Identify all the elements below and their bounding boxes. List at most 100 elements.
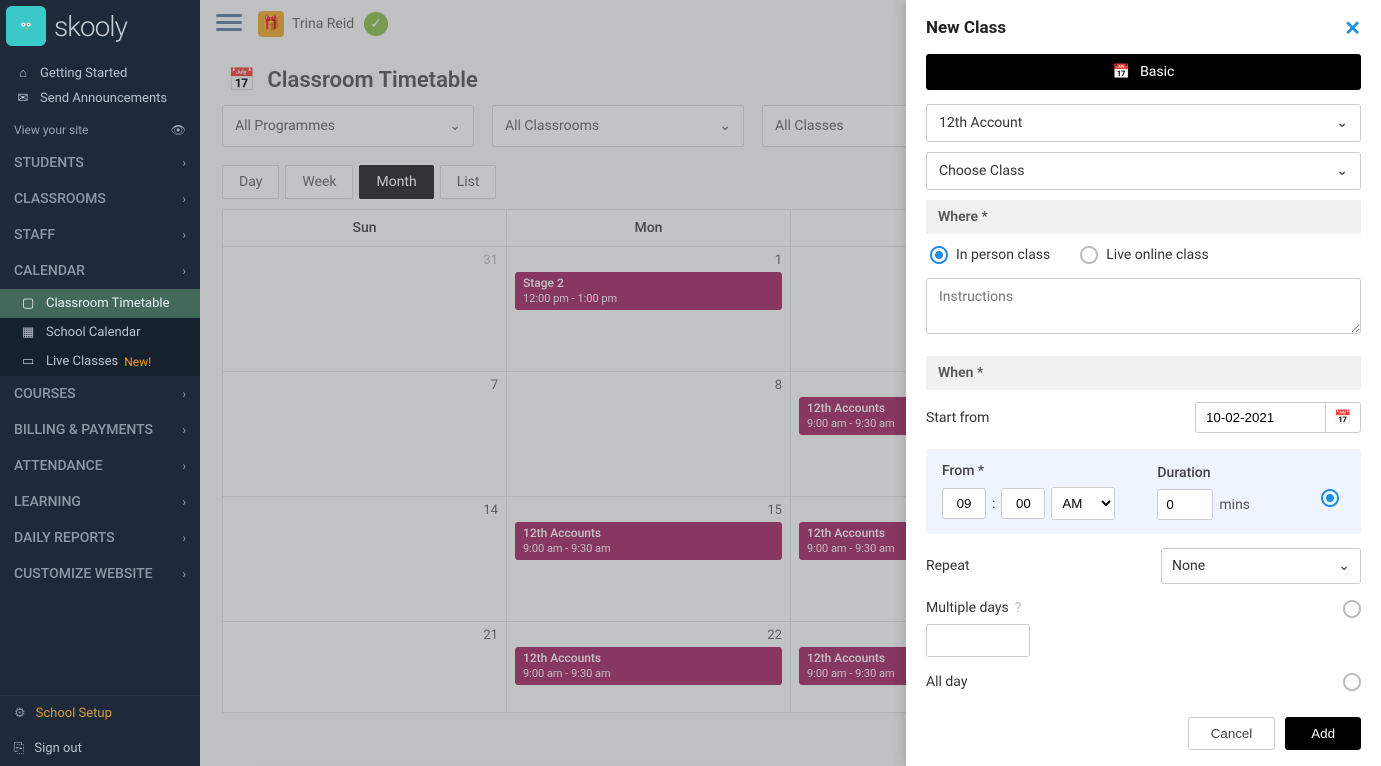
cal-cell[interactable]: 1Stage 212:00 pm - 1:00 pm	[507, 247, 791, 371]
nav-send-announcements[interactable]: ✉ Send Announcements	[0, 86, 200, 111]
video-icon: ▭	[22, 354, 38, 369]
user-chip[interactable]: 🎁 Trina Reid ✓	[258, 11, 388, 37]
start-from-label: Start from	[926, 410, 989, 426]
radio-icon[interactable]	[1080, 246, 1098, 264]
calendar-icon: 📅	[1113, 64, 1130, 80]
view-month[interactable]: Month	[359, 165, 433, 199]
view-day[interactable]: Day	[222, 165, 279, 199]
cal-date: 21	[231, 628, 498, 643]
add-button[interactable]: Add	[1285, 717, 1361, 750]
home-icon: ⌂	[14, 65, 32, 81]
megaphone-icon: ✉	[14, 91, 32, 106]
new-badge: New!	[124, 355, 151, 369]
nav-classroom-timetable[interactable]: ▢ Classroom Timetable	[0, 289, 200, 318]
chevron-right-icon: ›	[182, 387, 186, 401]
cal-cell[interactable]: 7	[223, 372, 507, 496]
date-picker-button[interactable]: 📅	[1325, 402, 1361, 433]
eye-icon: 👁	[171, 123, 186, 137]
nav-group-students[interactable]: STUDENTS›	[0, 145, 200, 181]
multiday-label: Multiple days	[926, 600, 1009, 616]
from-hour-input[interactable]	[942, 488, 986, 519]
nav-school-setup[interactable]: ⚙ School Setup	[0, 695, 200, 731]
from-radio-selected[interactable]	[1321, 489, 1339, 507]
multiday-radio[interactable]	[1343, 600, 1361, 618]
programme-select[interactable]: 12th Account ⌄	[926, 104, 1361, 142]
instructions-input[interactable]	[926, 278, 1361, 334]
nav-label: Send Announcements	[40, 91, 167, 106]
cal-cell[interactable]: 31	[223, 247, 507, 371]
duration-input[interactable]	[1157, 489, 1213, 520]
filter-classrooms[interactable]: All Classrooms⌄	[492, 105, 744, 147]
multiday-input[interactable]	[926, 624, 1030, 657]
close-icon[interactable]: ✕	[1344, 16, 1361, 40]
calendar-event[interactable]: 12th Accounts9:00 am - 9:30 am	[515, 647, 782, 685]
nav-group-daily-reports[interactable]: DAILY REPORTS›	[0, 520, 200, 556]
view-site-link[interactable]: View your site 👁	[0, 115, 200, 145]
nav-getting-started[interactable]: ⌂ Getting Started	[0, 60, 200, 86]
nav-group-attendance[interactable]: ATTENDANCE›	[0, 448, 200, 484]
nav-signout[interactable]: ⎘ Sign out	[0, 731, 200, 766]
repeat-label: Repeat	[926, 558, 970, 574]
cal-cell[interactable]: 1512th Accounts9:00 am - 9:30 am	[507, 497, 791, 621]
gift-icon: 🎁	[258, 11, 284, 37]
cal-cell[interactable]: 2212th Accounts9:00 am - 9:30 am	[507, 622, 791, 712]
nav-group-learning[interactable]: LEARNING›	[0, 484, 200, 520]
from-min-input[interactable]	[1001, 488, 1045, 519]
nav-calendar-sub: ▢ Classroom Timetable ▦ School Calendar …	[0, 289, 200, 376]
calendar-event[interactable]: Stage 212:00 pm - 1:00 pm	[515, 272, 782, 310]
chevron-right-icon: ›	[182, 192, 186, 206]
nav-group-billing[interactable]: BILLING & PAYMENTS›	[0, 412, 200, 448]
allday-radio[interactable]	[1343, 673, 1361, 691]
calendar-icon: ▦	[22, 325, 38, 340]
brand-logo[interactable]: skooly	[0, 0, 200, 52]
cal-cell[interactable]: 21	[223, 622, 507, 712]
check-icon: ✓	[364, 12, 388, 36]
nav-group-customize-website[interactable]: CUSTOMIZE WEBSITE›	[0, 556, 200, 592]
cal-header-cell: Sun	[223, 210, 507, 246]
calendar-event[interactable]: 12th Accounts9:00 am - 9:30 am	[515, 522, 782, 560]
repeat-select[interactable]: None ⌄	[1161, 548, 1361, 584]
nav-live-classes[interactable]: ▭ Live Classes New!	[0, 347, 200, 376]
chevron-right-icon: ›	[182, 459, 186, 473]
radio-selected-icon[interactable]	[930, 246, 948, 264]
mins-label: mins	[1219, 497, 1250, 513]
chevron-right-icon: ›	[182, 423, 186, 437]
where-online-option[interactable]: Live online class	[1080, 246, 1208, 264]
allday-label: All day	[926, 674, 967, 690]
filter-programmes[interactable]: All Programmes⌄	[222, 105, 474, 147]
from-ampm-select[interactable]: AM	[1051, 487, 1115, 520]
start-date-input[interactable]	[1195, 402, 1325, 433]
nav-quick: ⌂ Getting Started ✉ Send Announcements	[0, 52, 200, 115]
cal-date: 7	[231, 378, 498, 393]
help-icon[interactable]: ?	[1015, 600, 1022, 616]
cancel-button[interactable]: Cancel	[1188, 717, 1276, 750]
basic-button[interactable]: 📅 Basic	[926, 54, 1361, 90]
cal-cell[interactable]: 8	[507, 372, 791, 496]
nav-label: Getting Started	[40, 66, 127, 81]
cal-cell[interactable]: 14	[223, 497, 507, 621]
where-inperson-option[interactable]: In person class	[930, 246, 1050, 264]
new-class-panel: New Class ✕ 📅 Basic 12th Account ⌄ Choos…	[906, 0, 1381, 766]
view-week[interactable]: Week	[285, 165, 353, 199]
chevron-down-icon: ⌄	[449, 118, 461, 134]
bookmark-icon: ▢	[22, 296, 38, 311]
when-section-label: When *	[926, 356, 1361, 390]
nav-group-staff[interactable]: STAFF›	[0, 217, 200, 253]
nav-group-calendar[interactable]: CALENDAR›	[0, 253, 200, 289]
class-select[interactable]: Choose Class ⌄	[926, 152, 1361, 190]
owl-icon	[6, 6, 46, 46]
nav-group-courses[interactable]: COURSES›	[0, 376, 200, 412]
chevron-down-icon: ⌄	[719, 118, 731, 134]
chevron-right-icon: ›	[182, 531, 186, 545]
hamburger-icon[interactable]	[216, 14, 242, 34]
nav-group-classrooms[interactable]: CLASSROOMS›	[0, 181, 200, 217]
calendar-icon: 📅	[1334, 410, 1351, 426]
gear-icon: ⚙	[14, 706, 26, 721]
nav-school-calendar[interactable]: ▦ School Calendar	[0, 318, 200, 347]
view-list[interactable]: List	[440, 165, 497, 199]
calendar-icon: 📅	[228, 68, 255, 93]
chevron-right-icon: ›	[182, 156, 186, 170]
cal-date: 8	[515, 378, 782, 393]
from-block: From * : AM Duration mins	[926, 449, 1361, 534]
panel-title: New Class	[926, 18, 1006, 38]
